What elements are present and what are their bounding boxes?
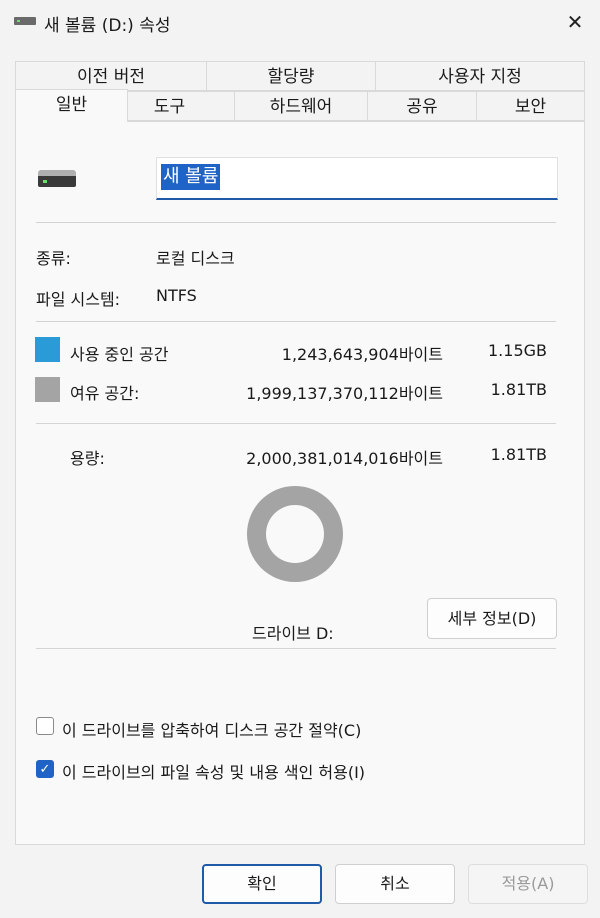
type-value: 로컬 디스크 [156, 249, 235, 268]
compress-checkbox[interactable] [36, 717, 54, 735]
title-bar: 새 볼륨 (D:) 속성 ✕ [0, 0, 600, 44]
drive-label: 드라이브 D: [252, 624, 334, 643]
donut-hole [266, 505, 324, 563]
tab-customize[interactable]: 사용자 지정 [375, 61, 585, 91]
divider [36, 423, 556, 424]
filesystem-label: 파일 시스템: [36, 290, 121, 309]
free-space-bytes: 1,999,137,370,112바이트 [246, 384, 443, 403]
volume-name-input[interactable]: 새 볼륨 [156, 157, 558, 200]
used-space-label: 사용 중인 공간 [70, 345, 169, 364]
drive-icon [38, 170, 76, 187]
free-space-swatch [35, 377, 60, 402]
capacity-label: 용량: [70, 449, 105, 468]
divider [36, 222, 556, 223]
index-checkbox[interactable]: ✓ [36, 760, 54, 778]
tab-previous-versions[interactable]: 이전 버전 [15, 61, 207, 91]
apply-button[interactable]: 적용(A) [468, 864, 588, 904]
type-label: 종류: [36, 249, 71, 268]
divider [36, 321, 556, 322]
usage-donut-chart [247, 486, 343, 582]
tab-general[interactable]: 일반 [15, 89, 128, 122]
tab-sharing[interactable]: 공유 [367, 91, 477, 121]
filesystem-value: NTFS [156, 286, 197, 305]
cancel-button[interactable]: 취소 [335, 864, 455, 904]
used-space-short: 1.15GB [488, 341, 547, 360]
used-space-swatch [35, 337, 60, 362]
tab-security[interactable]: 보안 [476, 91, 585, 121]
disk-details-button[interactable]: 세부 정보(D) [427, 598, 557, 639]
window-title: 새 볼륨 (D:) 속성 [44, 16, 171, 36]
tab-quota[interactable]: 할당량 [206, 61, 376, 91]
free-space-short: 1.81TB [490, 380, 547, 399]
capacity-bytes: 2,000,381,014,016바이트 [246, 449, 443, 468]
divider [36, 648, 556, 649]
free-space-label: 여유 공간: [70, 384, 140, 403]
close-icon: ✕ [566, 10, 584, 34]
volume-name-text: 새 볼륨 [161, 164, 221, 190]
used-space-bytes: 1,243,643,904바이트 [281, 345, 443, 364]
drive-icon [14, 17, 36, 25]
tab-hardware[interactable]: 하드웨어 [234, 91, 368, 121]
ok-button[interactable]: 확인 [202, 864, 322, 904]
close-button[interactable]: ✕ [560, 8, 590, 36]
compress-label[interactable]: 이 드라이브를 압축하여 디스크 공간 절약(C) [62, 717, 361, 741]
capacity-short: 1.81TB [490, 445, 547, 464]
checkmark-icon: ✓ [39, 762, 51, 777]
index-label[interactable]: 이 드라이브의 파일 속성 및 내용 색인 허용(I) [62, 759, 365, 783]
